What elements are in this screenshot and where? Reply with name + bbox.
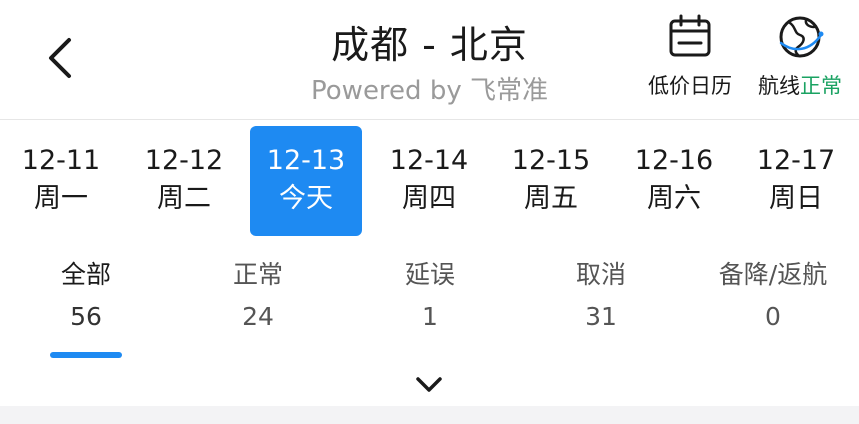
expand-button[interactable] — [409, 368, 449, 402]
route-status-button[interactable]: 航线正常 — [750, 12, 850, 100]
date-item-today[interactable]: 12-13 今天 — [250, 126, 362, 236]
tab-label: 全部 — [60, 260, 111, 289]
date-item[interactable]: 12-14 周四 — [373, 126, 485, 236]
active-tab-indicator — [50, 352, 122, 358]
tab-count: 1 — [422, 302, 438, 331]
weekday-text: 周四 — [402, 183, 456, 214]
date-item[interactable]: 12-15 周五 — [495, 126, 607, 236]
route-label-prefix: 航线 — [758, 74, 800, 98]
tab-diverted-returned[interactable]: 备降/返航 0 — [703, 255, 843, 339]
tab-cancelled[interactable]: 取消 31 — [531, 255, 671, 339]
date-text: 12-11 — [21, 145, 101, 176]
date-text: 12-14 — [389, 145, 469, 176]
globe-icon — [779, 16, 824, 58]
weekday-text: 周一 — [34, 183, 88, 214]
date-text: 12-13 — [266, 145, 346, 176]
tab-delayed[interactable]: 延误 1 — [360, 255, 500, 339]
tab-count: 0 — [765, 302, 781, 331]
weekday-text: 今天 — [279, 183, 333, 214]
date-item[interactable]: 12-16 周六 — [618, 126, 730, 236]
calendar-label: 低价日历 — [648, 74, 732, 98]
date-text: 12-12 — [144, 145, 224, 176]
date-text: 12-17 — [756, 145, 836, 176]
date-text: 12-15 — [511, 145, 591, 176]
tab-all[interactable]: 全部 56 — [16, 255, 156, 339]
section-divider — [0, 406, 859, 424]
tab-count: 56 — [70, 302, 102, 331]
header: 成都 - 北京 Powered by 飞常准 低价日历 航线正常 — [0, 0, 859, 120]
low-price-calendar-button[interactable]: 低价日历 — [640, 12, 740, 100]
tab-label: 取消 — [575, 260, 626, 289]
tab-count: 31 — [585, 302, 617, 331]
date-selector: 12-11 周一 12-12 周二 12-13 今天 12-14 周四 12-1… — [0, 125, 859, 237]
flight-status-tabs: 全部 56 正常 24 延误 1 取消 31 备降/返航 0 — [0, 255, 859, 365]
date-item[interactable]: 12-12 周二 — [128, 126, 240, 236]
date-text: 12-16 — [634, 145, 714, 176]
tab-label: 备降/返航 — [718, 260, 828, 289]
tab-label: 正常 — [232, 260, 283, 289]
route-status-text: 正常 — [800, 74, 842, 98]
tab-label: 延误 — [404, 260, 455, 289]
date-item[interactable]: 12-11 周一 — [5, 126, 117, 236]
tab-normal[interactable]: 正常 24 — [188, 255, 328, 339]
weekday-text: 周五 — [524, 183, 578, 214]
chevron-down-icon — [416, 377, 442, 392]
weekday-text: 周日 — [769, 183, 823, 214]
tab-count: 24 — [242, 302, 274, 331]
weekday-text: 周六 — [647, 183, 701, 214]
route-label: 航线正常 — [758, 70, 842, 100]
weekday-text: 周二 — [157, 183, 211, 214]
date-item[interactable]: 12-17 周日 — [740, 126, 852, 236]
calendar-icon — [669, 14, 711, 57]
